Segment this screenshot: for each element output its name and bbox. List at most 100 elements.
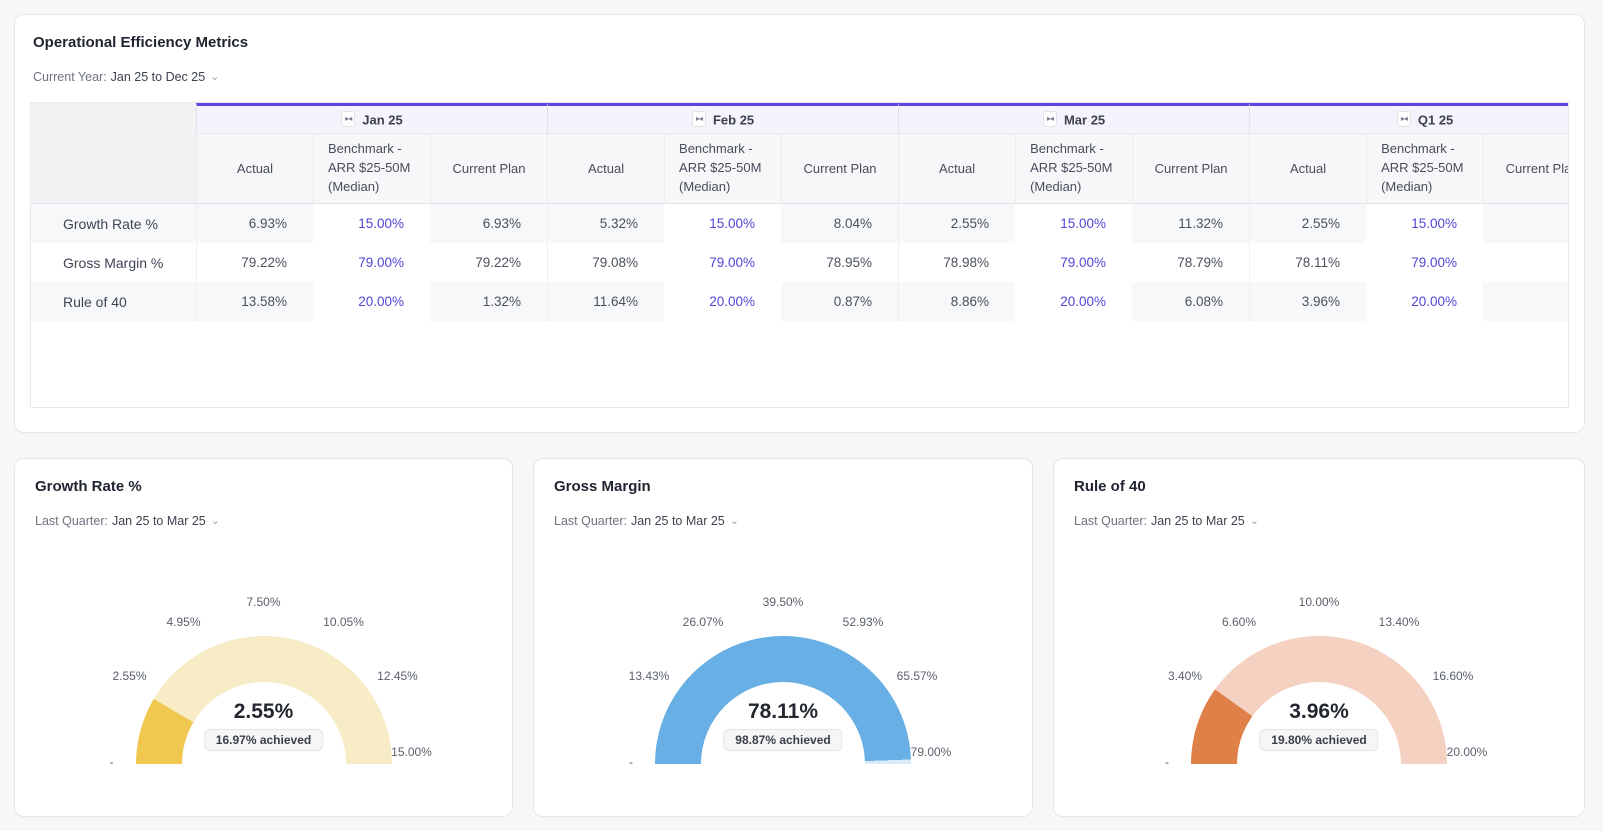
month-header-jan-25: ▸◂ Jan 25 xyxy=(196,103,547,133)
gauge-tick-label: 2.55% xyxy=(112,669,146,683)
collapse-columns-icon[interactable]: ▸◂ xyxy=(1043,111,1057,127)
metrics-table-container[interactable]: ▸◂Jan 25▸◂Feb 25▸◂Mar 25▸◂Q1 25ActualBen… xyxy=(30,102,1569,408)
gauge-tick-label: 10.05% xyxy=(323,615,364,629)
metric-cell: 0.87% xyxy=(781,282,898,321)
gauge-value: 2.55% xyxy=(34,700,494,724)
metric-cell: 79.00% xyxy=(1366,243,1483,282)
month-header-q1-25: ▸◂ Q1 25 xyxy=(1249,103,1569,133)
metric-cell: 2.55% xyxy=(1249,204,1366,243)
metric-cell: 78.95% xyxy=(781,243,898,282)
metrics-card-title: Operational Efficiency Metrics xyxy=(30,34,1569,51)
row-label: Growth Rate % xyxy=(31,204,196,243)
metric-cell: 15.00% xyxy=(1366,204,1483,243)
achieved-badge: 98.87% achieved xyxy=(723,729,842,751)
gauge-tick-label: 7.50% xyxy=(246,595,280,609)
col-header-current-plan: Current Plan xyxy=(1483,133,1569,204)
gauge-tick-label: - xyxy=(110,755,114,769)
metric-cell: 1.32% xyxy=(430,282,547,321)
col-header-current-plan: Current Plan xyxy=(1132,133,1249,204)
last-quarter-period-selector[interactable]: Last Quarter: Jan 25 to Mar 25 ⌄ xyxy=(1071,514,1259,528)
chevron-down-icon: ⌄ xyxy=(211,515,220,527)
achieved-badge: 19.80% achieved xyxy=(1259,729,1378,751)
gauge-tick-label: 13.43% xyxy=(629,669,670,683)
gauge-chart: 3.96% 19.80% achieved -3.40%6.60%10.00%1… xyxy=(1089,584,1549,764)
metric-cell xyxy=(1483,243,1569,282)
last-quarter-period-selector[interactable]: Last Quarter: Jan 25 to Mar 25 ⌄ xyxy=(551,514,739,528)
metric-cell: 6.08% xyxy=(1132,282,1249,321)
period-value: Jan 25 to Mar 25 xyxy=(631,514,725,528)
gauge-tick-label: - xyxy=(629,755,633,769)
gauge-tick-label: 6.60% xyxy=(1222,615,1256,629)
chevron-down-icon: ⌄ xyxy=(730,515,739,527)
collapse-columns-icon[interactable]: ▸◂ xyxy=(692,111,706,127)
period-label: Current Year: xyxy=(33,70,107,84)
col-header-benchmark: Benchmark - ARR $25-50M (Median) xyxy=(313,133,430,204)
metric-cell: 79.22% xyxy=(196,243,313,282)
metric-cell xyxy=(1483,282,1569,321)
metric-cell: 78.11% xyxy=(1249,243,1366,282)
col-header-current-plan: Current Plan xyxy=(430,133,547,204)
month-header-feb-25: ▸◂Feb 25 xyxy=(547,103,898,133)
gauge-tick-label: 39.50% xyxy=(763,595,804,609)
table-row: Growth Rate %6.93%15.00%6.93%5.32%15.00%… xyxy=(31,204,1569,243)
metric-cell: 8.04% xyxy=(781,204,898,243)
period-value: Jan 25 to Dec 25 xyxy=(111,70,206,84)
col-header-benchmark: Benchmark - ARR $25-50M (Median) xyxy=(664,133,781,204)
metric-cell: 8.86% xyxy=(898,282,1015,321)
month-label: Mar 25 xyxy=(1064,112,1105,127)
metrics-table: ▸◂Jan 25▸◂Feb 25▸◂Mar 25▸◂Q1 25ActualBen… xyxy=(31,103,1569,321)
metric-cell: 79.00% xyxy=(313,243,430,282)
period-value: Jan 25 to Mar 25 xyxy=(112,514,206,528)
gauge-tick-label: 13.40% xyxy=(1379,615,1420,629)
gauge-card-title: Gross Margin xyxy=(551,478,1015,495)
gauge-chart: 2.55% 16.97% achieved -2.55%4.95%7.50%10… xyxy=(34,584,494,764)
metric-cell: 79.08% xyxy=(547,243,664,282)
row-label: Rule of 40 xyxy=(31,282,196,321)
metric-cell: 2.55% xyxy=(898,204,1015,243)
collapse-columns-icon[interactable]: ▸◂ xyxy=(341,111,355,127)
period-value: Jan 25 to Mar 25 xyxy=(1151,514,1245,528)
achieved-badge: 16.97% achieved xyxy=(204,729,323,751)
metric-cell xyxy=(1483,204,1569,243)
gauge-card-title: Rule of 40 xyxy=(1071,478,1567,495)
month-header-row: ▸◂Jan 25▸◂Feb 25▸◂Mar 25▸◂Q1 25 xyxy=(31,103,1569,133)
gauge-tick-label: 65.57% xyxy=(897,669,938,683)
collapse-columns-icon[interactable]: ▸◂ xyxy=(1397,111,1411,127)
metric-cell: 79.22% xyxy=(430,243,547,282)
gauge-tick-label: - xyxy=(1165,755,1169,769)
gauge-value: 3.96% xyxy=(1089,700,1549,724)
gauge-card: Growth Rate % Last Quarter:Jan 25 to Mar… xyxy=(14,458,513,817)
metric-cell: 11.64% xyxy=(547,282,664,321)
chevron-down-icon: ⌄ xyxy=(1250,515,1259,527)
dashboard-page: Operational Efficiency Metrics Current Y… xyxy=(0,0,1603,831)
gauge-value: 78.11% xyxy=(553,700,1013,724)
chevron-down-icon: ⌄ xyxy=(210,71,219,83)
metric-cell: 20.00% xyxy=(1015,282,1132,321)
col-header-actual: Actual xyxy=(898,133,1015,204)
gauge-tick-label: 15.00% xyxy=(391,745,432,759)
col-header-benchmark: Benchmark - ARR $25-50M (Median) xyxy=(1015,133,1132,204)
gauge-tick-label: 20.00% xyxy=(1447,745,1488,759)
metric-cell: 13.58% xyxy=(196,282,313,321)
metric-cell: 6.93% xyxy=(430,204,547,243)
col-header-actual: Actual xyxy=(1249,133,1366,204)
month-label: Jan 25 xyxy=(362,112,402,127)
current-year-period-selector[interactable]: Current Year: Jan 25 to Dec 25 ⌄ xyxy=(30,70,219,84)
gauge-card: Gross Margin Last Quarter: Jan 25 to Mar … xyxy=(533,458,1033,817)
gauge-tick-label: 4.95% xyxy=(166,615,200,629)
gauge-cards-row: Growth Rate % Last Quarter:Jan 25 to Mar… xyxy=(14,458,1589,817)
col-header-actual: Actual xyxy=(547,133,664,204)
period-label: Last Quarter: xyxy=(554,514,627,528)
metric-cell: 78.79% xyxy=(1132,243,1249,282)
operational-efficiency-card: Operational Efficiency Metrics Current Y… xyxy=(14,14,1585,433)
period-label: Last Quarter: xyxy=(1074,514,1147,528)
metric-cell: 3.96% xyxy=(1249,282,1366,321)
last-quarter-period-selector[interactable]: Last Quarter:Jan 25 to Mar 25⌄ xyxy=(32,514,220,528)
month-label: Q1 25 xyxy=(1418,112,1453,127)
gauge-tick-label: 79.00% xyxy=(911,745,952,759)
metric-cell: 15.00% xyxy=(664,204,781,243)
col-header-actual: Actual xyxy=(196,133,313,204)
metric-cell: 79.00% xyxy=(664,243,781,282)
table-row: Gross Margin %79.22%79.00%79.22%79.08%79… xyxy=(31,243,1569,282)
row-label: Gross Margin % xyxy=(31,243,196,282)
